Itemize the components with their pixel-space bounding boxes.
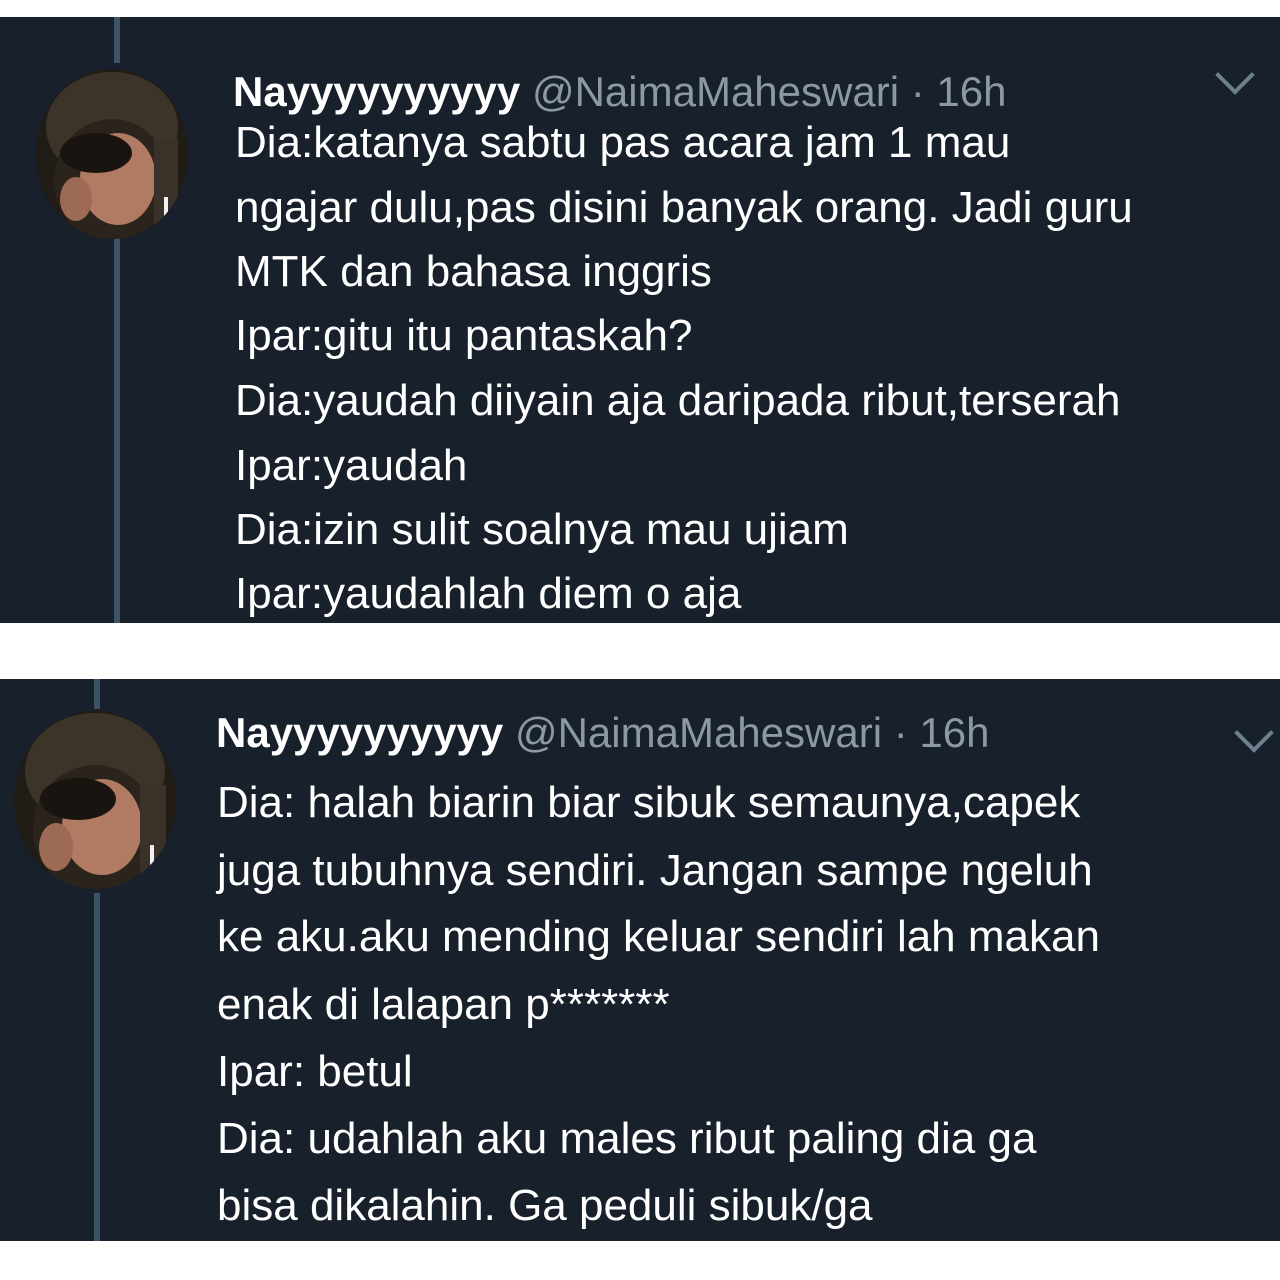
thread-line-bottom: [94, 893, 100, 1241]
tweet-line: Dia:katanya sabtu pas acara jam 1 mau: [235, 118, 1011, 167]
tweet-header: Nayyyyyyyyyy @NaimaMaheswari · 16h: [233, 68, 1006, 115]
tweet-line: bisa dikalahin. Ga peduli sibuk/ga: [217, 1181, 873, 1230]
timestamp[interactable]: 16h: [936, 68, 1006, 115]
thread-line-top: [114, 17, 120, 63]
tweet-line: Ipar:yaudah: [235, 441, 468, 490]
tweet-line: MTK dan bahasa inggris: [235, 247, 712, 296]
user-handle[interactable]: @NaimaMaheswari: [532, 68, 899, 115]
tweet-line: Ipar:gitu itu pantaskah?: [235, 311, 693, 360]
avatar-image: [36, 69, 188, 239]
tweet-line: ke aku.aku mending keluar sendiri lah ma…: [217, 912, 1100, 961]
display-name[interactable]: Nayyyyyyyyyy: [233, 68, 520, 115]
tweet-line: Dia:izin sulit soalnya mau ujiam: [235, 505, 849, 554]
tweet-line: Ipar: betul: [217, 1047, 413, 1096]
separator-dot: ·: [893, 709, 908, 756]
tweet-line: Ipar:yaudahlah diem o aja: [235, 569, 742, 618]
thread-line-bottom: [114, 235, 120, 623]
tweet-card[interactable]: Nayyyyyyyyyy @NaimaMaheswari · 16h Dia: …: [0, 679, 1280, 1241]
avatar-image: [14, 711, 176, 889]
thread-line-top: [94, 679, 100, 709]
tweet-line: enak di lalapan p*******: [217, 980, 670, 1029]
separator-dot: ·: [910, 68, 925, 115]
tweet-line: Dia: udahlah aku males ribut paling dia …: [217, 1114, 1037, 1163]
tweet-card[interactable]: Nayyyyyyyyyy @NaimaMaheswari · 16h Dia:k…: [0, 17, 1280, 623]
timestamp[interactable]: 16h: [919, 709, 989, 756]
tweet-header: Nayyyyyyyyyy @NaimaMaheswari · 16h: [216, 709, 989, 756]
avatar[interactable]: [14, 711, 176, 889]
tweet-line: Dia:yaudah diiyain aja daripada ribut,te…: [235, 376, 1121, 425]
tweet-line: juga tubuhnya sendiri. Jangan sampe ngel…: [217, 846, 1093, 895]
chevron-down-icon[interactable]: [1234, 713, 1274, 753]
chevron-down-icon[interactable]: [1215, 55, 1255, 95]
display-name[interactable]: Nayyyyyyyyyy: [216, 709, 503, 756]
tweet-line: ngajar dulu,pas disini banyak orang. Jad…: [235, 183, 1133, 232]
user-handle[interactable]: @NaimaMaheswari: [515, 709, 882, 756]
avatar[interactable]: [36, 69, 188, 239]
tweet-line: Dia: halah biarin biar sibuk semaunya,ca…: [217, 778, 1081, 827]
